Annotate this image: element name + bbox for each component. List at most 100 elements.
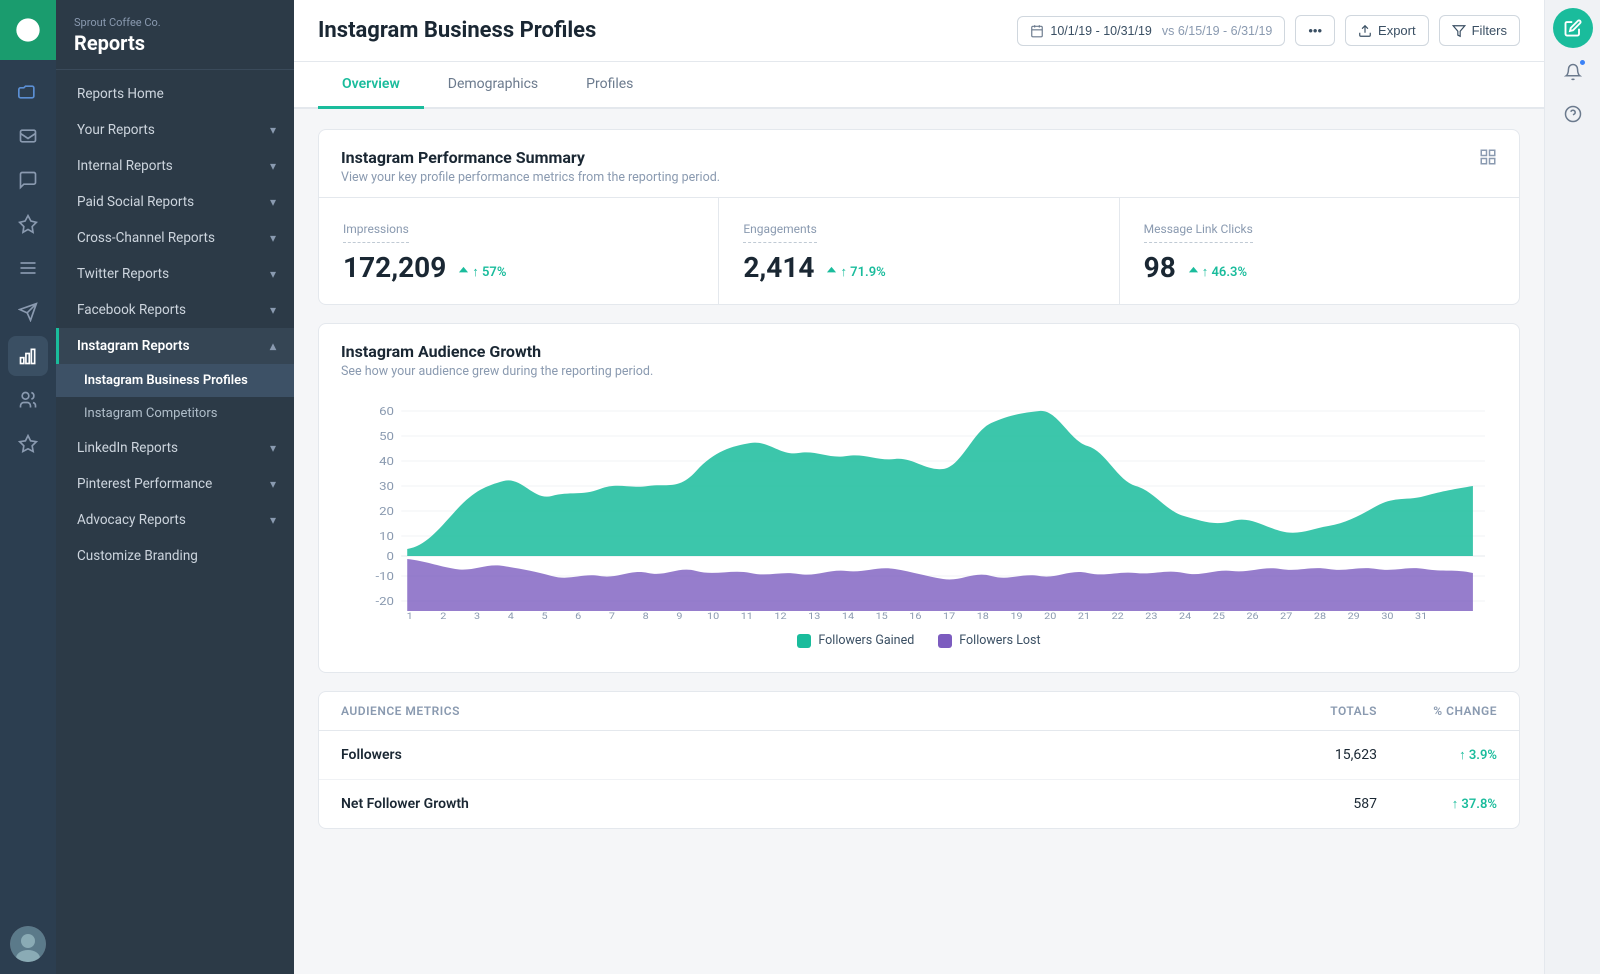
sidebar-item-paid-social[interactable]: Paid Social Reports ▾ [56, 184, 294, 220]
date-range-button[interactable]: 10/1/19 - 10/31/19 vs 6/15/19 - 6/31/19 [1017, 16, 1285, 46]
sidebar-item-pinterest[interactable]: Pinterest Performance ▾ [56, 466, 294, 502]
svg-text:13: 13 [808, 612, 820, 621]
nav-icon-star[interactable] [8, 424, 48, 464]
svg-text:6: 6 [575, 612, 582, 621]
sidebar-item-twitter[interactable]: Twitter Reports ▾ [56, 256, 294, 292]
svg-text:27: 27 [1280, 612, 1293, 621]
svg-text:21: 21 [1078, 612, 1090, 621]
svg-text:26: 26 [1246, 612, 1259, 621]
dots-icon: ••• [1308, 23, 1322, 38]
sidebar-subitem-instagram-competitors[interactable]: Instagram Competitors [56, 397, 294, 430]
page-title: Instagram Business Profiles [318, 18, 596, 43]
date-range-value: 10/1/19 - 10/31/19 [1050, 24, 1151, 38]
svg-text:9: 9 [676, 612, 682, 621]
col-change: % Change [1377, 704, 1497, 718]
nav-icon-list[interactable] [8, 248, 48, 288]
metric-impressions: Impressions 172,209 ↑ 57% [319, 198, 719, 304]
net-growth-row-change: ↑ 37.8% [1377, 796, 1497, 812]
svg-text:15: 15 [876, 612, 889, 621]
sidebar: Sprout Coffee Co. Reports Reports Home Y… [56, 0, 294, 974]
svg-text:30: 30 [1381, 612, 1394, 621]
chevron-down-icon: ▾ [270, 159, 276, 173]
svg-text:31: 31 [1415, 612, 1427, 621]
app-title: Reports [74, 31, 276, 55]
svg-text:5: 5 [541, 612, 548, 621]
svg-text:19: 19 [1010, 612, 1022, 621]
link-clicks-value: 98 [1144, 251, 1176, 284]
sidebar-item-linkedin[interactable]: LinkedIn Reports ▾ [56, 430, 294, 466]
impressions-label: Impressions [343, 222, 409, 243]
audience-growth-title: Instagram Audience Growth [341, 342, 653, 361]
svg-text:20: 20 [379, 505, 394, 518]
sidebar-item-advocacy[interactable]: Advocacy Reports ▾ [56, 502, 294, 538]
svg-text:17: 17 [943, 612, 956, 621]
audience-table-card: Audience Metrics Totals % Change Followe… [318, 691, 1520, 829]
icon-bar [0, 0, 56, 974]
notifications-button[interactable] [1555, 54, 1591, 90]
svg-text:1: 1 [407, 612, 413, 621]
chevron-down-icon: ▾ [270, 123, 276, 137]
grid-icon[interactable] [1479, 148, 1497, 171]
table-header: Audience Metrics Totals % Change [319, 692, 1519, 731]
content-area: Instagram Performance Summary View your … [294, 109, 1544, 974]
sidebar-item-your-reports[interactable]: Your Reports ▾ [56, 112, 294, 148]
nav-icon-reports[interactable] [8, 336, 48, 376]
tab-profiles[interactable]: Profiles [562, 62, 657, 109]
chevron-down-icon: ▾ [270, 231, 276, 245]
tab-overview[interactable]: Overview [318, 62, 424, 109]
performance-summary-header: Instagram Performance Summary View your … [319, 130, 1519, 197]
help-button[interactable] [1555, 96, 1591, 132]
audience-growth-chart: 60 50 40 30 20 10 0 -10 -20 [341, 401, 1497, 621]
nav-icon-messages[interactable] [8, 160, 48, 200]
performance-title: Instagram Performance Summary [341, 148, 720, 167]
followers-row-label: Followers [341, 747, 1257, 763]
main-content: Instagram Business Profiles 10/1/19 - 10… [294, 0, 1544, 974]
nav-icon-people[interactable] [8, 380, 48, 420]
nav-icon-folder[interactable] [8, 72, 48, 112]
sidebar-item-instagram[interactable]: Instagram Reports ▴ [56, 328, 294, 364]
table-row-followers: Followers 15,623 ↑ 3.9% [319, 731, 1519, 780]
chart-legend: Followers Gained Followers Lost [341, 625, 1497, 652]
performance-summary-card: Instagram Performance Summary View your … [318, 129, 1520, 305]
impressions-change: ↑ 57% [458, 264, 506, 280]
tab-demographics[interactable]: Demographics [424, 62, 562, 109]
metric-engagements: Engagements 2,414 ↑ 71.9% [719, 198, 1119, 304]
user-avatar[interactable] [10, 926, 46, 962]
svg-text:3: 3 [474, 612, 480, 621]
svg-text:28: 28 [1314, 612, 1327, 621]
sidebar-subitem-instagram-business[interactable]: Instagram Business Profiles [56, 364, 294, 397]
table-row-net-follower-growth: Net Follower Growth 587 ↑ 37.8% [319, 780, 1519, 828]
followers-lost-color [938, 634, 952, 648]
chart-container: 60 50 40 30 20 10 0 -10 -20 [319, 391, 1519, 672]
icon-bar-bottom [10, 914, 46, 974]
compose-button[interactable] [1553, 8, 1593, 48]
svg-text:23: 23 [1145, 612, 1157, 621]
svg-text:0: 0 [387, 550, 395, 563]
sidebar-item-reports-home[interactable]: Reports Home [56, 76, 294, 112]
svg-text:29: 29 [1348, 612, 1360, 621]
audience-growth-subtitle: See how your audience grew during the re… [341, 364, 653, 379]
engagements-change: ↑ 71.9% [826, 264, 885, 280]
svg-text:-10: -10 [375, 570, 394, 583]
more-options-button[interactable]: ••• [1295, 15, 1335, 46]
app-logo[interactable] [0, 0, 56, 60]
svg-text:10: 10 [707, 612, 720, 621]
company-name: Sprout Coffee Co. [74, 16, 276, 29]
svg-text:8: 8 [643, 612, 650, 621]
svg-text:25: 25 [1213, 612, 1226, 621]
sidebar-item-facebook[interactable]: Facebook Reports ▾ [56, 292, 294, 328]
svg-text:14: 14 [842, 612, 855, 621]
filters-button[interactable]: Filters [1439, 15, 1520, 46]
sidebar-item-cross-channel[interactable]: Cross-Channel Reports ▾ [56, 220, 294, 256]
nav-icon-send[interactable] [8, 292, 48, 332]
sidebar-item-internal-reports[interactable]: Internal Reports ▾ [56, 148, 294, 184]
audience-growth-card: Instagram Audience Growth See how your a… [318, 323, 1520, 673]
sidebar-item-branding[interactable]: Customize Branding [56, 538, 294, 574]
followers-gained-color [797, 634, 811, 648]
export-button[interactable]: Export [1345, 15, 1429, 46]
chevron-down-icon: ▾ [270, 513, 276, 527]
nav-icon-inbox[interactable] [8, 116, 48, 156]
nav-icon-pin[interactable] [8, 204, 48, 244]
metrics-row: Impressions 172,209 ↑ 57% Engagements [319, 197, 1519, 304]
followers-row-change: ↑ 3.9% [1377, 747, 1497, 763]
